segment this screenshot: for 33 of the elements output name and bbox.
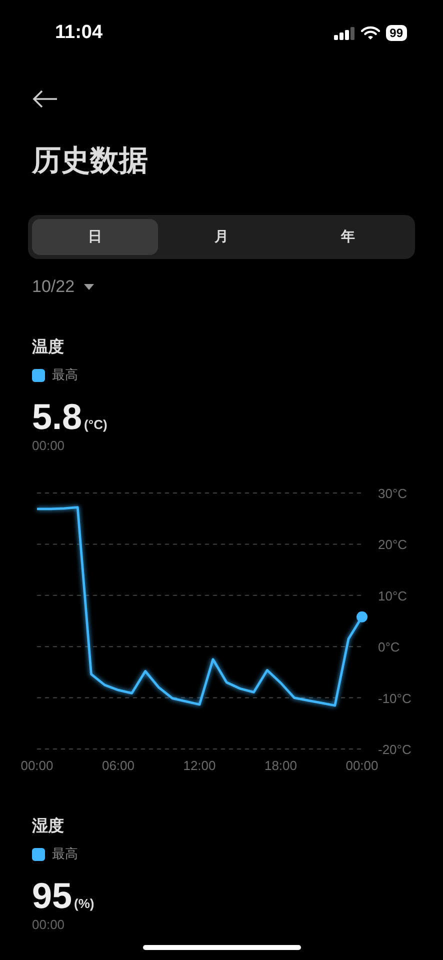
y-axis-label: -10°C (378, 690, 412, 706)
page-title: 历史数据 (32, 144, 149, 178)
section-title: 湿度 (32, 816, 65, 837)
reading-unit: (%) (74, 896, 94, 911)
reading-value: 5.8 (32, 398, 82, 436)
reading-unit: (°C) (84, 417, 108, 432)
x-axis-label: 00:00 (346, 758, 378, 773)
data-point (356, 611, 368, 622)
signal-icon (334, 26, 355, 40)
section-title: 温度 (32, 337, 65, 358)
battery-level: 99 (386, 25, 407, 41)
reading-value: 95 (32, 877, 72, 915)
back-arrow-icon[interactable] (32, 90, 58, 108)
x-axis-label: 00:00 (20, 758, 54, 773)
caret-icon (84, 284, 94, 290)
period-tab[interactable]: 日 (32, 219, 158, 255)
y-axis-label: -20°C (378, 742, 412, 757)
period-tab[interactable]: 月 (158, 219, 285, 255)
date-picker[interactable]: 10/22 (32, 277, 94, 297)
x-axis-label: 06:00 (102, 758, 135, 773)
status-time: 11:04 (55, 22, 103, 44)
reading-time: 00:00 (32, 438, 66, 453)
legend-label: 最高 (52, 366, 78, 384)
period-tab[interactable]: 年 (284, 219, 411, 255)
y-axis-label: 30°C (378, 486, 408, 501)
wifi-icon (360, 26, 380, 40)
y-axis-label: 0°C (378, 640, 400, 655)
y-axis-label: 10°C (378, 588, 408, 604)
x-axis-label: 18:00 (264, 758, 298, 773)
legend-label: 最高 (52, 845, 78, 863)
reading-time: 00:00 (32, 917, 66, 932)
x-axis-label: 12:00 (183, 758, 216, 773)
y-axis-label: 20°C (378, 537, 408, 552)
